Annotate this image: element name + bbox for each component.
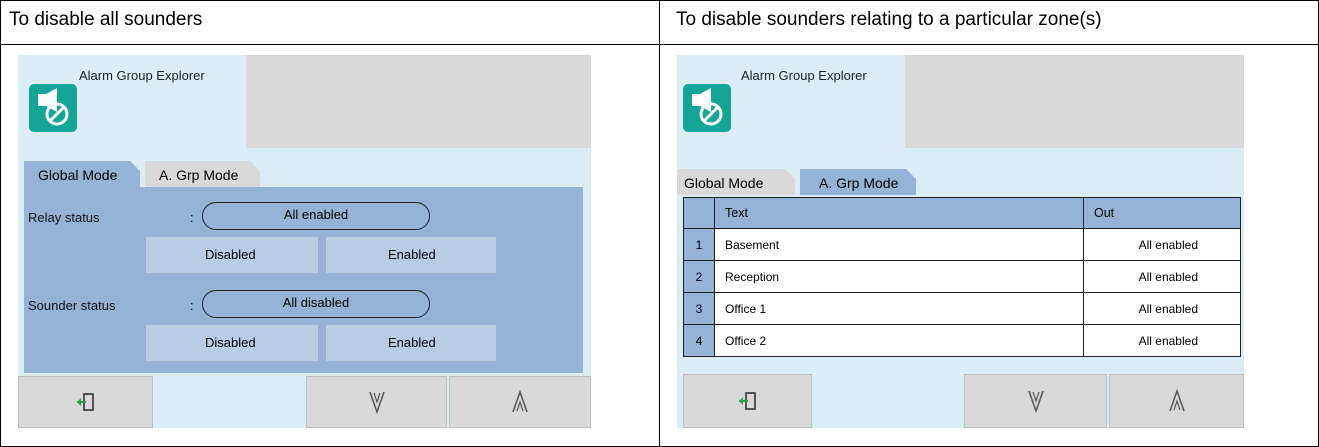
relay-colon: : [190, 210, 194, 225]
tab-agrp-mode[interactable]: A. Grp Mode [145, 161, 260, 187]
row-text: Reception [714, 260, 1084, 293]
chevron-down-icon [368, 391, 385, 414]
exit-icon [76, 393, 94, 411]
alarm-group-table: Text Out 1 Basement All enabled 2 Recept… [683, 197, 1241, 357]
tab-label: Global Mode [684, 175, 764, 191]
tab-label: A. Grp Mode [819, 175, 899, 191]
exit-icon [738, 392, 756, 410]
column-divider [659, 0, 660, 447]
left-heading: To disable all sounders [9, 9, 203, 30]
chevron-down-icon [1027, 390, 1044, 413]
row-text: Office 2 [714, 324, 1084, 357]
header-grey-box [246, 55, 591, 148]
row-text: Office 1 [714, 292, 1084, 325]
tab-label: Global Mode [38, 167, 118, 183]
relay-status-value: All enabled [202, 202, 430, 230]
tab-label: A. Grp Mode [159, 167, 239, 183]
header-out: Out [1083, 197, 1241, 229]
scroll-down-button[interactable] [306, 376, 447, 428]
row-number: 3 [683, 292, 715, 325]
row-text: Basement [714, 228, 1084, 261]
header-index [683, 197, 715, 229]
relay-status-label: Relay status [28, 210, 100, 225]
table-row[interactable]: 4 Office 2 All enabled [683, 324, 1241, 357]
scroll-up-button[interactable] [449, 376, 591, 428]
exit-button[interactable] [18, 376, 153, 428]
row-number: 1 [683, 228, 715, 261]
table-row[interactable]: 2 Reception All enabled [683, 260, 1241, 293]
right-heading: To disable sounders relating to a partic… [676, 9, 1102, 30]
right-app-panel: Alarm Group Explorer Global Mode A. Grp … [677, 55, 1244, 428]
row-out: All enabled [1083, 260, 1241, 293]
alarm-group-icon [29, 84, 77, 132]
app-title: Alarm Group Explorer [79, 68, 205, 83]
alarm-group-icon [683, 84, 731, 132]
left-app-panel: Alarm Group Explorer Global Mode A. Grp … [18, 55, 591, 428]
header-text: Text [714, 197, 1084, 229]
relay-enabled-button[interactable]: Enabled [326, 237, 496, 273]
row-out: All enabled [1083, 292, 1241, 325]
sounder-enabled-button[interactable]: Enabled [326, 325, 496, 361]
row-out: All enabled [1083, 228, 1241, 261]
sounder-disabled-button[interactable]: Disabled [146, 325, 318, 361]
tab-agrp-mode[interactable]: A. Grp Mode [800, 169, 916, 195]
chevron-up-icon [1168, 389, 1185, 412]
header-grey-box [905, 55, 1244, 148]
sounder-colon: : [190, 298, 194, 313]
table-header-row: Text Out [683, 197, 1241, 229]
scroll-up-button[interactable] [1109, 374, 1244, 428]
relay-disabled-button[interactable]: Disabled [146, 237, 318, 273]
tab-global-mode[interactable]: Global Mode [24, 161, 140, 187]
app-title: Alarm Group Explorer [741, 68, 867, 83]
row-number: 2 [683, 260, 715, 293]
scroll-down-button[interactable] [964, 374, 1107, 428]
sounder-status-label: Sounder status [28, 298, 116, 313]
global-mode-body: Relay status : All enabled Disabled Enab… [24, 187, 583, 373]
exit-button[interactable] [683, 374, 812, 428]
table-row[interactable]: 1 Basement All enabled [683, 228, 1241, 261]
tab-global-mode[interactable]: Global Mode [677, 169, 795, 195]
chevron-up-icon [512, 390, 528, 413]
row-number: 4 [683, 324, 715, 357]
sounder-status-value: All disabled [202, 290, 430, 318]
row-out: All enabled [1083, 324, 1241, 357]
table-row[interactable]: 3 Office 1 All enabled [683, 292, 1241, 325]
